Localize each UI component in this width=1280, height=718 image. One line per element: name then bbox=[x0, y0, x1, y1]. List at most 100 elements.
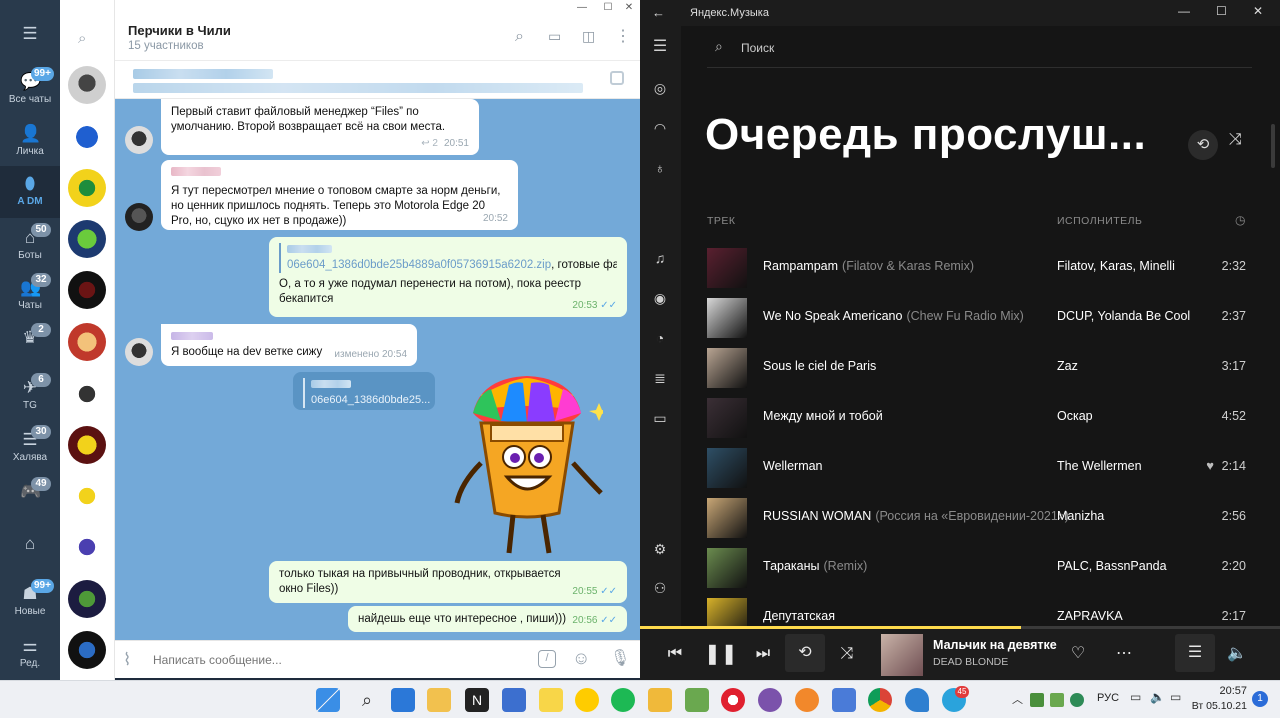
chat-avatar[interactable] bbox=[68, 580, 106, 618]
music-note-icon[interactable]: ♫ bbox=[650, 248, 670, 268]
track-title[interactable]: We No Speak Americano (Chew Fu Radio Mix) bbox=[763, 309, 1024, 323]
column-track[interactable]: ТРЕК bbox=[707, 215, 736, 227]
now-playing-artist[interactable]: DEAD BLONDE bbox=[933, 656, 1008, 668]
chat-avatar[interactable] bbox=[68, 528, 106, 566]
sticker-image[interactable] bbox=[451, 373, 609, 559]
message-input[interactable] bbox=[153, 649, 513, 671]
chat-avatar[interactable] bbox=[68, 169, 106, 207]
track-cover[interactable] bbox=[707, 348, 747, 388]
tray-app-icon[interactable] bbox=[1050, 693, 1064, 707]
message-bubble-outgoing[interactable]: найдешь еще что интересное , пиши))) 20:… bbox=[348, 606, 627, 632]
track-artist[interactable]: DCUP, Yolanda Be Cool bbox=[1057, 309, 1190, 323]
app-icon[interactable] bbox=[685, 688, 709, 712]
search-icon[interactable]: ⌕ bbox=[78, 30, 96, 48]
folder-bots[interactable]: ⌂ 50 Боты bbox=[0, 220, 60, 272]
track-cover[interactable] bbox=[707, 498, 747, 538]
remote-desktop-icon[interactable] bbox=[502, 688, 526, 712]
folder-crown[interactable]: ♛ 2 bbox=[0, 320, 60, 372]
tray-shield-icon[interactable] bbox=[1070, 693, 1084, 707]
shuffle-icon[interactable]: ⤨ bbox=[833, 640, 861, 668]
radio-icon[interactable]: ◔ bbox=[650, 328, 670, 348]
scrollbar[interactable] bbox=[1271, 124, 1275, 168]
attach-icon[interactable]: ⌇ bbox=[123, 650, 131, 670]
track-title[interactable]: Rampampam (Filatov & Karas Remix) bbox=[763, 259, 974, 273]
track-artist[interactable]: Оскар bbox=[1057, 409, 1093, 423]
chat-app-icon[interactable] bbox=[758, 688, 782, 712]
document-icon[interactable] bbox=[832, 688, 856, 712]
track-artist[interactable]: Manizha bbox=[1057, 509, 1104, 523]
folder-all-chats[interactable]: 💬 99+ Все чаты bbox=[0, 64, 60, 116]
track-row[interactable]: Между мной и тобой Оскар 4:52 bbox=[707, 394, 1252, 442]
pinned-message-bar[interactable] bbox=[115, 61, 640, 99]
track-artist[interactable]: The Wellermen bbox=[1057, 459, 1142, 473]
repeat-queue-button[interactable]: ⟲ bbox=[1188, 130, 1218, 160]
now-playing-cover[interactable] bbox=[881, 634, 923, 676]
pinned-close-icon[interactable] bbox=[610, 71, 624, 85]
track-cover[interactable] bbox=[707, 248, 747, 288]
clock-time[interactable]: 20:57 bbox=[1199, 685, 1247, 697]
track-row[interactable]: Sous le ciel de Paris Zaz 3:17 bbox=[707, 344, 1252, 392]
chat-avatar[interactable] bbox=[68, 220, 106, 258]
back-arrow-icon[interactable]: ← bbox=[652, 5, 665, 20]
chat-avatar[interactable] bbox=[68, 271, 106, 309]
close-icon[interactable]: ✕ bbox=[618, 0, 640, 15]
sender-avatar[interactable] bbox=[125, 126, 153, 154]
bot-commands-icon[interactable]: / bbox=[538, 650, 556, 668]
track-artist[interactable]: Zaz bbox=[1057, 359, 1078, 373]
folder-icon[interactable]: ▭ bbox=[650, 408, 670, 428]
chat-avatar[interactable] bbox=[68, 426, 106, 464]
clock-date[interactable]: Вт 05.10.21 bbox=[1188, 700, 1247, 712]
sender-avatar[interactable] bbox=[125, 338, 153, 366]
more-options-icon[interactable]: ⋯ bbox=[1110, 640, 1138, 668]
track-title[interactable]: RUSSIAN WOMAN (Россия на «Евровидении-202… bbox=[763, 509, 1069, 523]
maximize-icon[interactable]: ☐ bbox=[597, 0, 619, 15]
track-row[interactable]: Депутатская ZAPRAVKA 2:17 bbox=[707, 594, 1252, 626]
chat-avatar[interactable] bbox=[68, 375, 106, 413]
close-icon[interactable]: ✕ bbox=[1253, 4, 1263, 18]
file-reference[interactable]: 06e604_1386d0bde25b4889a0f05736915a6202.… bbox=[287, 259, 551, 271]
search-icon[interactable]: ⌕ bbox=[515, 28, 524, 46]
start-windows-icon[interactable] bbox=[316, 688, 340, 712]
more-options-icon[interactable]: ⋮ bbox=[615, 26, 631, 46]
track-cover[interactable] bbox=[707, 398, 747, 438]
battery-icon[interactable]: ▭ bbox=[1170, 690, 1181, 704]
sticky-notes-icon[interactable] bbox=[539, 688, 563, 712]
file-explorer-icon[interactable] bbox=[427, 688, 451, 712]
shuffle-queue-button[interactable]: ⤨ bbox=[1229, 131, 1242, 149]
track-row[interactable]: Тараканы (Remix) PALC, BassnPanda 2:20 bbox=[707, 544, 1252, 592]
spotify-icon[interactable] bbox=[611, 688, 635, 712]
liked-heart-icon[interactable]: ♥ bbox=[1206, 458, 1214, 473]
track-row[interactable]: We No Speak Americano (Chew Fu Radio Mix)… bbox=[707, 294, 1252, 342]
menu-button[interactable]: ☰ bbox=[0, 0, 60, 72]
track-artist[interactable]: PALC, BassnPanda bbox=[1057, 559, 1167, 573]
track-title[interactable]: Тараканы (Remix) bbox=[763, 559, 867, 573]
like-heart-icon[interactable]: ♡ bbox=[1064, 640, 1092, 668]
volume-icon[interactable]: 🔈 bbox=[1223, 640, 1251, 668]
file-reply-bubble[interactable]: 06e604_1386d0bde25... bbox=[293, 372, 435, 410]
edge-icon[interactable] bbox=[905, 688, 929, 712]
message-bubble[interactable]: Я вообще на dev ветке сижу изменено 20:5… bbox=[161, 324, 417, 366]
search-bar[interactable]: ⌕ Поиск bbox=[707, 30, 1252, 68]
repeat-icon[interactable]: ⟲ bbox=[785, 634, 825, 672]
app-icon[interactable] bbox=[795, 688, 819, 712]
track-row[interactable]: RUSSIAN WOMAN (Россия на «Евровидении-202… bbox=[707, 494, 1252, 542]
sidebar-toggle-icon[interactable]: ◫ bbox=[582, 28, 595, 45]
queue-icon[interactable]: ☰ bbox=[1175, 634, 1215, 672]
microphone-icon[interactable]: ♁ bbox=[650, 158, 670, 178]
profile-icon[interactable]: ⚇ bbox=[650, 578, 670, 598]
disc-icon[interactable]: ◉ bbox=[650, 288, 670, 308]
now-playing-title[interactable]: Мальчик на девятке bbox=[933, 638, 1057, 652]
playlist-icon[interactable]: ≣ bbox=[650, 368, 670, 388]
yandex-music-icon[interactable] bbox=[575, 688, 599, 712]
maximize-icon[interactable]: ☐ bbox=[1216, 4, 1227, 18]
folder-freebies[interactable]: ☰ 30 Халява bbox=[0, 422, 60, 474]
track-artist[interactable]: Filatov, Karas, Minelli bbox=[1057, 259, 1175, 273]
minimize-icon[interactable]: — bbox=[1178, 4, 1190, 18]
folder-home[interactable]: ⌂ bbox=[0, 526, 60, 578]
task-view-icon[interactable] bbox=[391, 688, 415, 712]
folder-chats[interactable]: 👥 32 Чаты bbox=[0, 270, 60, 322]
tray-app-icon[interactable] bbox=[1030, 693, 1044, 707]
settings-gear-icon[interactable]: ⚙ bbox=[650, 539, 670, 559]
track-cover[interactable] bbox=[707, 548, 747, 588]
chat-avatar[interactable] bbox=[68, 323, 106, 361]
